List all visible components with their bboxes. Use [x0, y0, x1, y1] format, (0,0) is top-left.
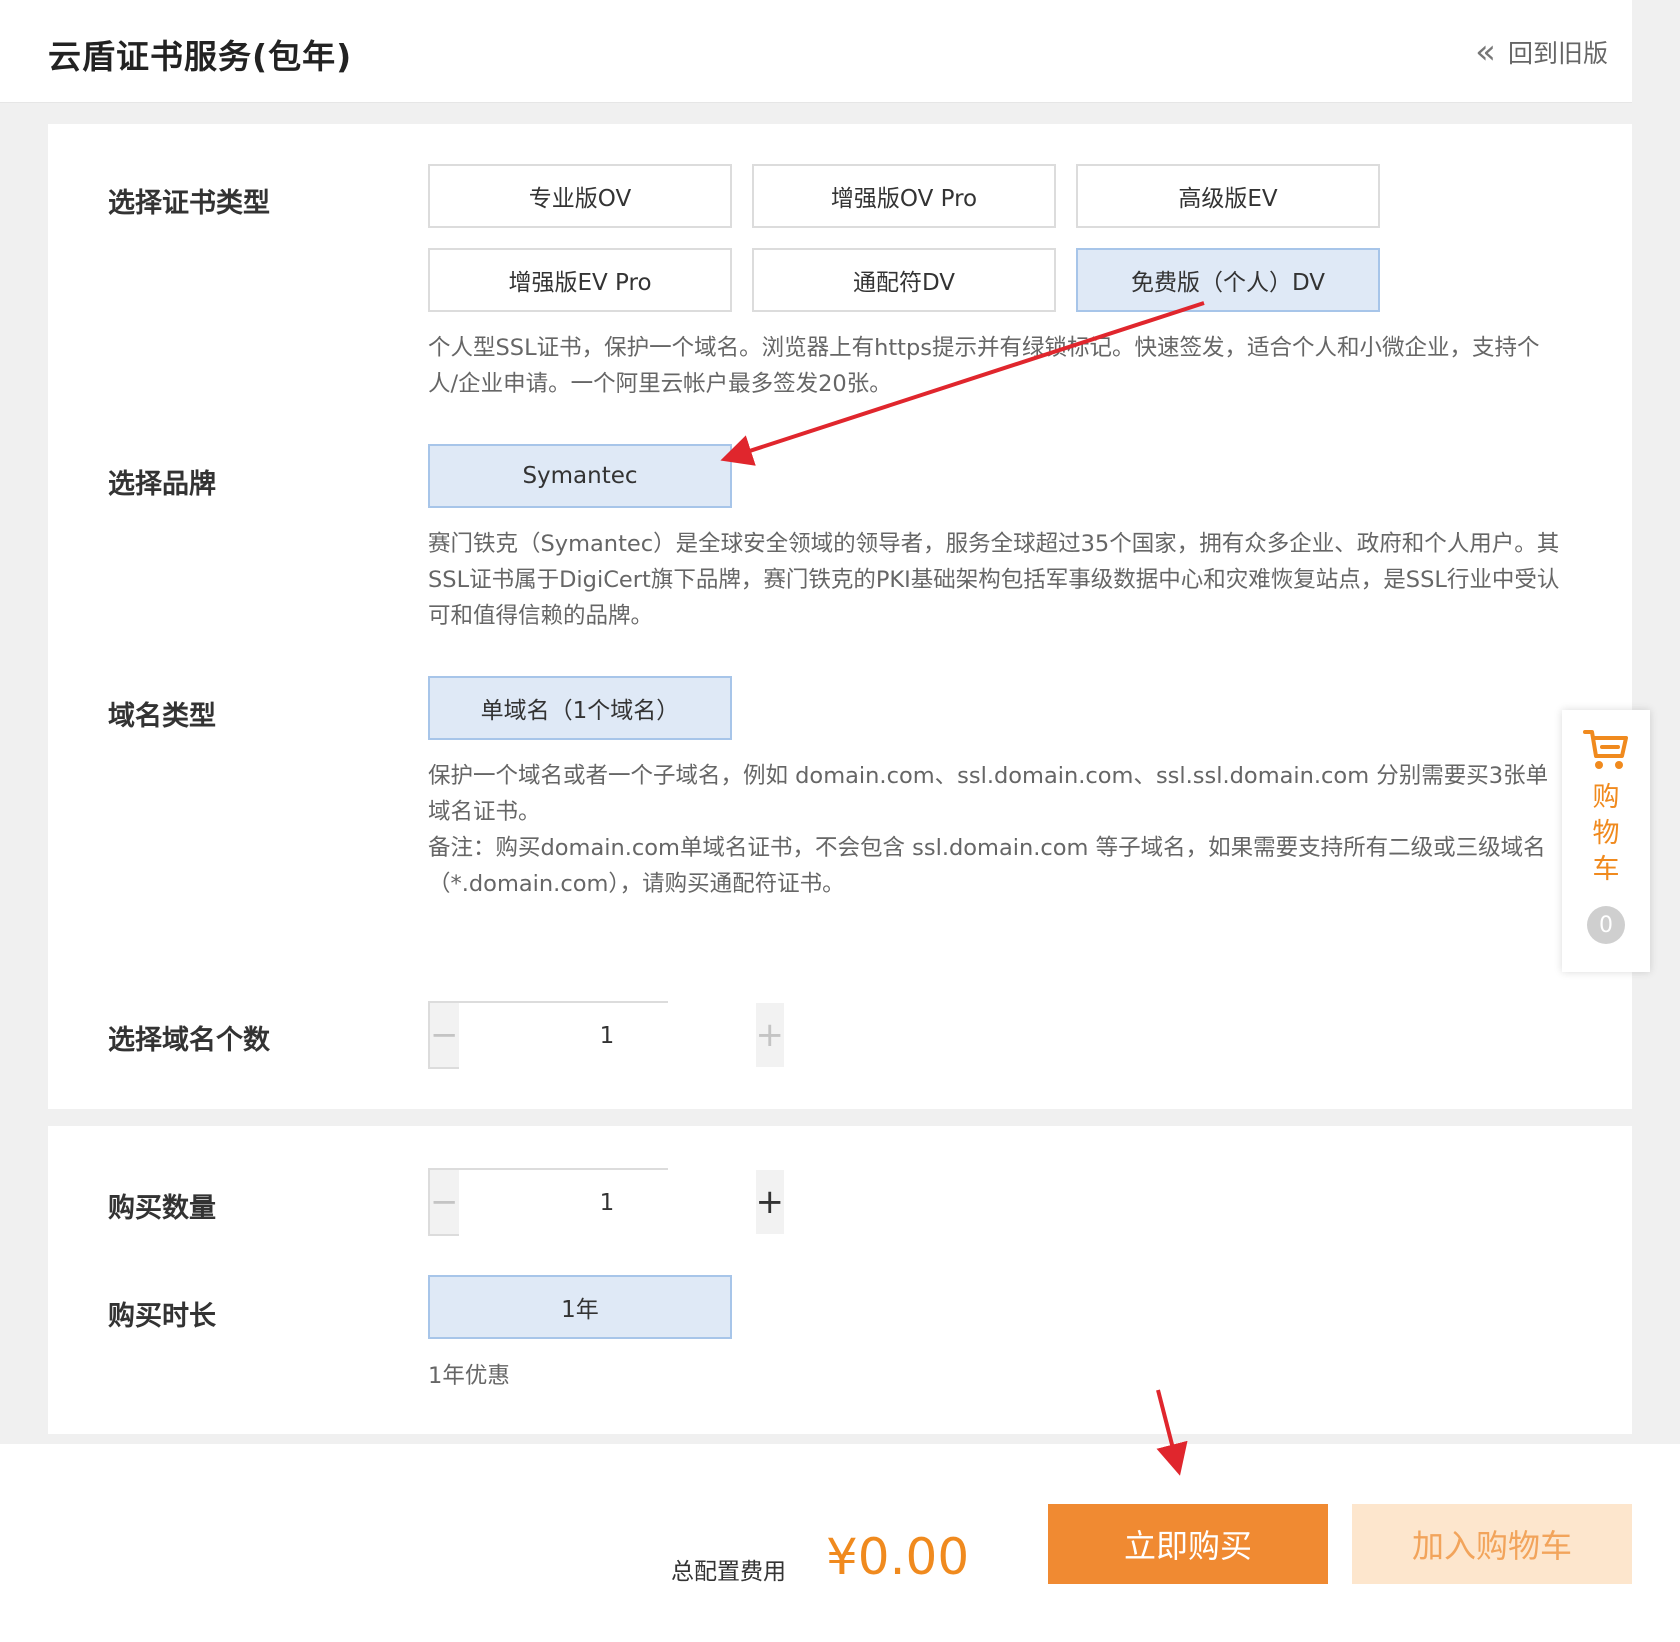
shopping-cart-widget[interactable]: 购物车 0	[1562, 710, 1650, 972]
purchase-options-panel: 购买数量 − + 购买时长 1年 1年优惠	[48, 1126, 1632, 1434]
cert-type-option-ev[interactable]: 高级版EV	[1076, 164, 1380, 228]
domain-type-description-line1: 保护一个域名或者一个子域名，例如 domain.com、ssl.domain.c…	[428, 763, 1549, 825]
shopping-cart-icon	[1583, 730, 1628, 769]
back-to-old-version-link[interactable]: « 回到旧版	[1475, 34, 1608, 70]
domain-count-increment-button[interactable]: +	[755, 1003, 784, 1067]
page-header: 云盾证书服务(包年) « 回到旧版	[0, 0, 1632, 103]
shopping-cart-label: 购物车	[1592, 782, 1620, 885]
duration-option-1-year[interactable]: 1年	[428, 1275, 732, 1339]
duration-label: 购买时长	[108, 1301, 216, 1332]
quantity-input[interactable]	[458, 1170, 756, 1236]
cert-type-label: 选择证书类型	[108, 188, 270, 219]
domain-count-label: 选择域名个数	[108, 1025, 270, 1056]
page-title: 云盾证书服务(包年)	[48, 37, 353, 76]
brand-description: 赛门铁克（Symantec）是全球安全领域的领导者，服务全球超过35个国家，拥有…	[428, 531, 1560, 629]
domain-count-decrement-button[interactable]: −	[430, 1003, 459, 1067]
cert-type-description: 个人型SSL证书，保护一个域名。浏览器上有https提示并有绿锁标记。快速签发，…	[428, 335, 1540, 397]
certificate-config-panel: 选择证书类型 专业版OV 增强版OV Pro 高级版EV 增强版EV Pro 通…	[48, 124, 1632, 1109]
cert-type-option-wildcard-dv[interactable]: 通配符DV	[752, 248, 1056, 312]
quantity-label: 购买数量	[108, 1193, 216, 1224]
cert-type-option-ov[interactable]: 专业版OV	[428, 164, 732, 228]
order-footer: 总配置费用 ¥0.00 立即购买 加入购物车	[0, 1444, 1680, 1642]
domain-type-option-single[interactable]: 单域名（1个域名）	[428, 676, 732, 740]
buy-now-button[interactable]: 立即购买	[1048, 1504, 1328, 1584]
cert-type-option-free-dv[interactable]: 免费版（个人）DV	[1076, 248, 1380, 312]
domain-type-label: 域名类型	[108, 701, 216, 732]
cert-type-option-ev-pro[interactable]: 增强版EV Pro	[428, 248, 732, 312]
cert-type-option-ov-pro[interactable]: 增强版OV Pro	[752, 164, 1056, 228]
back-link-label: 回到旧版	[1507, 39, 1608, 68]
quantity-increment-button[interactable]: +	[755, 1170, 784, 1234]
quantity-stepper: − +	[428, 1168, 784, 1236]
domain-type-description-note: 备注：购买domain.com单域名证书，不会包含 ssl.domain.com…	[428, 835, 1546, 897]
quantity-decrement-button[interactable]: −	[430, 1170, 459, 1234]
total-cost-label: 总配置费用	[671, 1559, 786, 1585]
duration-note: 1年优惠	[428, 1363, 510, 1389]
domain-count-stepper: − +	[428, 1001, 784, 1069]
total-cost-value: ¥0.00	[826, 1528, 970, 1586]
brand-label: 选择品牌	[108, 469, 216, 500]
shopping-cart-count-badge: 0	[1587, 906, 1625, 944]
double-chevron-left-icon: «	[1475, 32, 1496, 72]
brand-option-symantec[interactable]: Symantec	[428, 444, 732, 508]
add-to-cart-button[interactable]: 加入购物车	[1352, 1504, 1632, 1584]
domain-count-input[interactable]	[458, 1003, 756, 1069]
domain-type-description: 保护一个域名或者一个子域名，例如 domain.com、ssl.domain.c…	[428, 758, 1568, 902]
